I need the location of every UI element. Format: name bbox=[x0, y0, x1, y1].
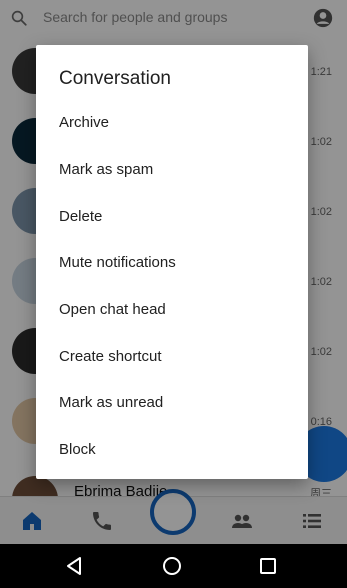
block-option[interactable]: Block bbox=[36, 426, 308, 472]
open-chat-head-option[interactable]: Open chat head bbox=[36, 286, 308, 332]
mark-as-spam-option[interactable]: Mark as spam bbox=[36, 146, 308, 192]
option-label: Mark as spam bbox=[59, 160, 154, 178]
option-label: Archive bbox=[59, 113, 110, 131]
option-label: Open chat head bbox=[59, 300, 166, 318]
option-label: Create shortcut bbox=[59, 347, 162, 365]
system-navigation-bar bbox=[0, 544, 347, 588]
mark-as-unread-option[interactable]: Mark as unread bbox=[36, 379, 308, 425]
archive-option[interactable]: Archive bbox=[36, 99, 308, 145]
option-label: Mute notifications bbox=[59, 253, 176, 271]
dialog-title: Conversation bbox=[59, 68, 171, 89]
delete-option[interactable]: Delete bbox=[36, 193, 308, 239]
mute-notifications-option[interactable]: Mute notifications bbox=[36, 239, 308, 285]
back-triangle-icon[interactable] bbox=[64, 556, 84, 576]
conversation-options-dialog: Conversation Archive Mark as spam Delete… bbox=[36, 45, 308, 479]
create-shortcut-option[interactable]: Create shortcut bbox=[36, 333, 308, 379]
option-label: Mark as unread bbox=[59, 393, 164, 411]
recents-square-icon[interactable] bbox=[258, 556, 278, 576]
option-label: Block bbox=[59, 440, 96, 458]
option-label: Delete bbox=[59, 207, 103, 225]
home-circle-icon[interactable] bbox=[162, 556, 182, 576]
